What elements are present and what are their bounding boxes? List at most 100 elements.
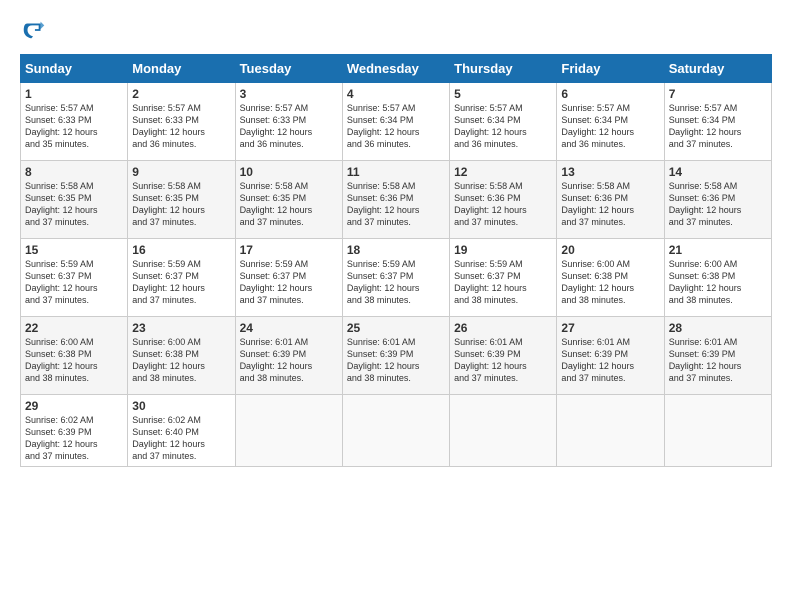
day-info: Sunrise: 5:59 AM Sunset: 6:37 PM Dayligh… bbox=[25, 258, 123, 307]
day-number: 22 bbox=[25, 321, 123, 335]
calendar-cell: 23Sunrise: 6:00 AM Sunset: 6:38 PM Dayli… bbox=[128, 317, 235, 395]
day-number: 5 bbox=[454, 87, 552, 101]
day-number: 28 bbox=[669, 321, 767, 335]
day-info: Sunrise: 6:01 AM Sunset: 6:39 PM Dayligh… bbox=[561, 336, 659, 385]
day-number: 18 bbox=[347, 243, 445, 257]
day-info: Sunrise: 6:00 AM Sunset: 6:38 PM Dayligh… bbox=[669, 258, 767, 307]
day-number: 11 bbox=[347, 165, 445, 179]
day-number: 7 bbox=[669, 87, 767, 101]
day-info: Sunrise: 5:58 AM Sunset: 6:35 PM Dayligh… bbox=[240, 180, 338, 229]
calendar-cell: 18Sunrise: 5:59 AM Sunset: 6:37 PM Dayli… bbox=[342, 239, 449, 317]
day-number: 27 bbox=[561, 321, 659, 335]
calendar-cell: 15Sunrise: 5:59 AM Sunset: 6:37 PM Dayli… bbox=[21, 239, 128, 317]
day-number: 12 bbox=[454, 165, 552, 179]
calendar-cell: 10Sunrise: 5:58 AM Sunset: 6:35 PM Dayli… bbox=[235, 161, 342, 239]
day-info: Sunrise: 6:01 AM Sunset: 6:39 PM Dayligh… bbox=[669, 336, 767, 385]
calendar-cell bbox=[235, 395, 342, 467]
day-info: Sunrise: 5:57 AM Sunset: 6:34 PM Dayligh… bbox=[347, 102, 445, 151]
page-container: SundayMondayTuesdayWednesdayThursdayFrid… bbox=[0, 0, 792, 477]
day-number: 10 bbox=[240, 165, 338, 179]
calendar-cell: 5Sunrise: 5:57 AM Sunset: 6:34 PM Daylig… bbox=[450, 83, 557, 161]
day-info: Sunrise: 5:59 AM Sunset: 6:37 PM Dayligh… bbox=[347, 258, 445, 307]
calendar-cell: 28Sunrise: 6:01 AM Sunset: 6:39 PM Dayli… bbox=[664, 317, 771, 395]
day-number: 20 bbox=[561, 243, 659, 257]
day-number: 6 bbox=[561, 87, 659, 101]
calendar-cell: 19Sunrise: 5:59 AM Sunset: 6:37 PM Dayli… bbox=[450, 239, 557, 317]
logo bbox=[20, 16, 52, 44]
calendar-cell bbox=[664, 395, 771, 467]
calendar-cell: 3Sunrise: 5:57 AM Sunset: 6:33 PM Daylig… bbox=[235, 83, 342, 161]
day-number: 26 bbox=[454, 321, 552, 335]
calendar-cell bbox=[557, 395, 664, 467]
calendar-weekday-sunday: Sunday bbox=[21, 55, 128, 83]
calendar-weekday-wednesday: Wednesday bbox=[342, 55, 449, 83]
calendar-cell: 11Sunrise: 5:58 AM Sunset: 6:36 PM Dayli… bbox=[342, 161, 449, 239]
day-number: 24 bbox=[240, 321, 338, 335]
day-info: Sunrise: 5:57 AM Sunset: 6:33 PM Dayligh… bbox=[132, 102, 230, 151]
calendar-cell: 16Sunrise: 5:59 AM Sunset: 6:37 PM Dayli… bbox=[128, 239, 235, 317]
day-info: Sunrise: 6:01 AM Sunset: 6:39 PM Dayligh… bbox=[454, 336, 552, 385]
day-info: Sunrise: 5:59 AM Sunset: 6:37 PM Dayligh… bbox=[240, 258, 338, 307]
day-info: Sunrise: 6:02 AM Sunset: 6:40 PM Dayligh… bbox=[132, 414, 230, 463]
calendar-table: SundayMondayTuesdayWednesdayThursdayFrid… bbox=[20, 54, 772, 467]
day-info: Sunrise: 5:58 AM Sunset: 6:36 PM Dayligh… bbox=[347, 180, 445, 229]
day-info: Sunrise: 6:02 AM Sunset: 6:39 PM Dayligh… bbox=[25, 414, 123, 463]
calendar-cell bbox=[342, 395, 449, 467]
calendar-cell: 8Sunrise: 5:58 AM Sunset: 6:35 PM Daylig… bbox=[21, 161, 128, 239]
day-info: Sunrise: 5:59 AM Sunset: 6:37 PM Dayligh… bbox=[132, 258, 230, 307]
calendar-cell: 14Sunrise: 5:58 AM Sunset: 6:36 PM Dayli… bbox=[664, 161, 771, 239]
calendar-weekday-monday: Monday bbox=[128, 55, 235, 83]
calendar-cell: 6Sunrise: 5:57 AM Sunset: 6:34 PM Daylig… bbox=[557, 83, 664, 161]
day-number: 23 bbox=[132, 321, 230, 335]
day-info: Sunrise: 5:57 AM Sunset: 6:33 PM Dayligh… bbox=[25, 102, 123, 151]
day-number: 17 bbox=[240, 243, 338, 257]
day-info: Sunrise: 6:00 AM Sunset: 6:38 PM Dayligh… bbox=[25, 336, 123, 385]
day-info: Sunrise: 5:59 AM Sunset: 6:37 PM Dayligh… bbox=[454, 258, 552, 307]
day-number: 3 bbox=[240, 87, 338, 101]
day-number: 15 bbox=[25, 243, 123, 257]
day-info: Sunrise: 5:58 AM Sunset: 6:35 PM Dayligh… bbox=[132, 180, 230, 229]
calendar-weekday-saturday: Saturday bbox=[664, 55, 771, 83]
day-number: 1 bbox=[25, 87, 123, 101]
day-info: Sunrise: 5:58 AM Sunset: 6:36 PM Dayligh… bbox=[454, 180, 552, 229]
day-info: Sunrise: 5:57 AM Sunset: 6:34 PM Dayligh… bbox=[454, 102, 552, 151]
day-info: Sunrise: 6:00 AM Sunset: 6:38 PM Dayligh… bbox=[132, 336, 230, 385]
calendar-cell: 2Sunrise: 5:57 AM Sunset: 6:33 PM Daylig… bbox=[128, 83, 235, 161]
calendar-cell: 4Sunrise: 5:57 AM Sunset: 6:34 PM Daylig… bbox=[342, 83, 449, 161]
calendar-weekday-thursday: Thursday bbox=[450, 55, 557, 83]
calendar-cell: 24Sunrise: 6:01 AM Sunset: 6:39 PM Dayli… bbox=[235, 317, 342, 395]
day-info: Sunrise: 6:01 AM Sunset: 6:39 PM Dayligh… bbox=[240, 336, 338, 385]
day-number: 30 bbox=[132, 399, 230, 413]
calendar-cell: 17Sunrise: 5:59 AM Sunset: 6:37 PM Dayli… bbox=[235, 239, 342, 317]
day-number: 4 bbox=[347, 87, 445, 101]
calendar-header-row: SundayMondayTuesdayWednesdayThursdayFrid… bbox=[21, 55, 772, 83]
day-number: 25 bbox=[347, 321, 445, 335]
day-number: 19 bbox=[454, 243, 552, 257]
day-number: 29 bbox=[25, 399, 123, 413]
day-info: Sunrise: 5:57 AM Sunset: 6:34 PM Dayligh… bbox=[561, 102, 659, 151]
calendar-cell: 22Sunrise: 6:00 AM Sunset: 6:38 PM Dayli… bbox=[21, 317, 128, 395]
day-number: 14 bbox=[669, 165, 767, 179]
calendar-weekday-tuesday: Tuesday bbox=[235, 55, 342, 83]
calendar-weekday-friday: Friday bbox=[557, 55, 664, 83]
calendar-cell: 7Sunrise: 5:57 AM Sunset: 6:34 PM Daylig… bbox=[664, 83, 771, 161]
calendar-cell: 20Sunrise: 6:00 AM Sunset: 6:38 PM Dayli… bbox=[557, 239, 664, 317]
day-info: Sunrise: 5:58 AM Sunset: 6:35 PM Dayligh… bbox=[25, 180, 123, 229]
calendar-cell: 29Sunrise: 6:02 AM Sunset: 6:39 PM Dayli… bbox=[21, 395, 128, 467]
day-info: Sunrise: 5:57 AM Sunset: 6:33 PM Dayligh… bbox=[240, 102, 338, 151]
calendar-cell: 26Sunrise: 6:01 AM Sunset: 6:39 PM Dayli… bbox=[450, 317, 557, 395]
calendar-cell: 21Sunrise: 6:00 AM Sunset: 6:38 PM Dayli… bbox=[664, 239, 771, 317]
calendar-cell: 13Sunrise: 5:58 AM Sunset: 6:36 PM Dayli… bbox=[557, 161, 664, 239]
calendar-body: 1Sunrise: 5:57 AM Sunset: 6:33 PM Daylig… bbox=[21, 83, 772, 467]
calendar-cell: 25Sunrise: 6:01 AM Sunset: 6:39 PM Dayli… bbox=[342, 317, 449, 395]
day-info: Sunrise: 5:57 AM Sunset: 6:34 PM Dayligh… bbox=[669, 102, 767, 151]
day-number: 13 bbox=[561, 165, 659, 179]
day-info: Sunrise: 5:58 AM Sunset: 6:36 PM Dayligh… bbox=[669, 180, 767, 229]
calendar-cell: 12Sunrise: 5:58 AM Sunset: 6:36 PM Dayli… bbox=[450, 161, 557, 239]
day-number: 2 bbox=[132, 87, 230, 101]
calendar-cell bbox=[450, 395, 557, 467]
calendar-cell: 30Sunrise: 6:02 AM Sunset: 6:40 PM Dayli… bbox=[128, 395, 235, 467]
day-number: 16 bbox=[132, 243, 230, 257]
day-info: Sunrise: 5:58 AM Sunset: 6:36 PM Dayligh… bbox=[561, 180, 659, 229]
day-info: Sunrise: 6:01 AM Sunset: 6:39 PM Dayligh… bbox=[347, 336, 445, 385]
